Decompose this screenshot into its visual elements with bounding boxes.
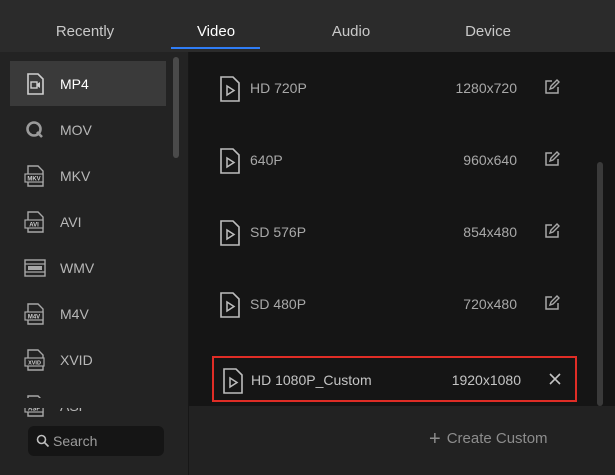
search-box[interactable] xyxy=(28,426,164,456)
edit-icon[interactable] xyxy=(543,78,561,96)
search-icon xyxy=(36,434,50,448)
mp4-video-icon xyxy=(24,72,46,95)
list-clip xyxy=(0,398,188,408)
video-file-icon xyxy=(219,292,241,318)
preset-resolution: 1280x720 xyxy=(455,80,517,96)
video-file-icon xyxy=(219,148,241,174)
preset-row[interactable]: SD 480P 720x480 xyxy=(189,268,599,340)
preset-row[interactable]: HD 720P 1280x720 xyxy=(189,52,599,124)
format-label: MKV xyxy=(60,167,91,184)
preset-row[interactable]: SD 576P 854x480 xyxy=(189,196,599,268)
wmv-icon xyxy=(24,257,46,279)
edit-icon[interactable] xyxy=(543,294,561,312)
xvid-file-icon: XVID xyxy=(24,348,46,371)
svg-text:MKV: MKV xyxy=(27,176,40,182)
preset-name: HD 1080P_Custom xyxy=(251,372,372,388)
create-custom-button[interactable]: + Create Custom xyxy=(429,427,548,450)
format-item-mov[interactable]: MOV xyxy=(10,107,166,152)
preset-name: SD 576P xyxy=(250,224,307,240)
custom-preset-row[interactable]: HD 1080P_Custom 1920x1080 xyxy=(212,356,577,402)
video-file-icon xyxy=(222,368,244,394)
create-custom-label: Create Custom xyxy=(446,430,548,447)
m4v-file-icon: M4V xyxy=(24,302,46,325)
preset-list-panel: HD 720P 1280x720 640P 960x640 SD 576P 85… xyxy=(189,52,615,406)
edit-icon[interactable] xyxy=(543,150,561,168)
tab-bar: Recently Video Audio Device xyxy=(0,0,615,53)
edit-icon[interactable] xyxy=(543,222,561,240)
format-item-m4v[interactable]: M4V M4V xyxy=(10,291,166,336)
video-file-icon xyxy=(219,220,241,246)
format-label: XVID xyxy=(60,351,93,368)
video-file-icon xyxy=(219,76,241,102)
format-label: MOV xyxy=(60,121,92,138)
format-item-avi[interactable]: AVI AVI xyxy=(10,199,166,244)
close-icon[interactable] xyxy=(548,372,562,386)
preset-name: 640P xyxy=(250,152,283,168)
preset-row[interactable]: 640P 960x640 xyxy=(189,124,599,196)
preset-resolution: 854x480 xyxy=(463,224,517,240)
search-input[interactable] xyxy=(53,433,153,449)
preset-name: SD 480P xyxy=(250,296,307,312)
plus-icon: + xyxy=(429,427,441,450)
avi-file-icon: AVI xyxy=(24,210,46,233)
format-item-mkv[interactable]: MKV MKV xyxy=(10,153,166,198)
quicktime-icon xyxy=(24,119,46,141)
mkv-file-icon: MKV xyxy=(24,164,46,187)
preset-resolution: 1920x1080 xyxy=(451,372,521,388)
format-label: WMV xyxy=(60,259,95,276)
preset-list-scrollbar[interactable] xyxy=(597,162,603,406)
format-item-xvid[interactable]: XVID XVID xyxy=(10,337,166,382)
preset-name: HD 720P xyxy=(250,80,307,96)
svg-text:M4V: M4V xyxy=(28,314,40,320)
format-label: AVI xyxy=(60,213,82,230)
preset-resolution: 960x640 xyxy=(463,152,517,168)
active-tab-indicator xyxy=(171,47,260,49)
preset-resolution: 720x480 xyxy=(463,296,517,312)
tab-device[interactable]: Device xyxy=(403,0,573,52)
format-label: M4V xyxy=(60,305,89,322)
format-label: MP4 xyxy=(60,75,89,92)
format-item-mp4[interactable]: MP4 xyxy=(10,61,166,106)
format-list-panel: MP4 MOV MKV MKV AVI AVI WMV M4V M4V XVID… xyxy=(0,52,189,475)
bottom-bar: + Create Custom xyxy=(189,406,615,475)
svg-text:XVID: XVID xyxy=(28,360,41,366)
format-list-scrollbar[interactable] xyxy=(173,57,179,158)
format-item-wmv[interactable]: WMV xyxy=(10,245,166,290)
svg-text:AVI: AVI xyxy=(29,222,39,228)
